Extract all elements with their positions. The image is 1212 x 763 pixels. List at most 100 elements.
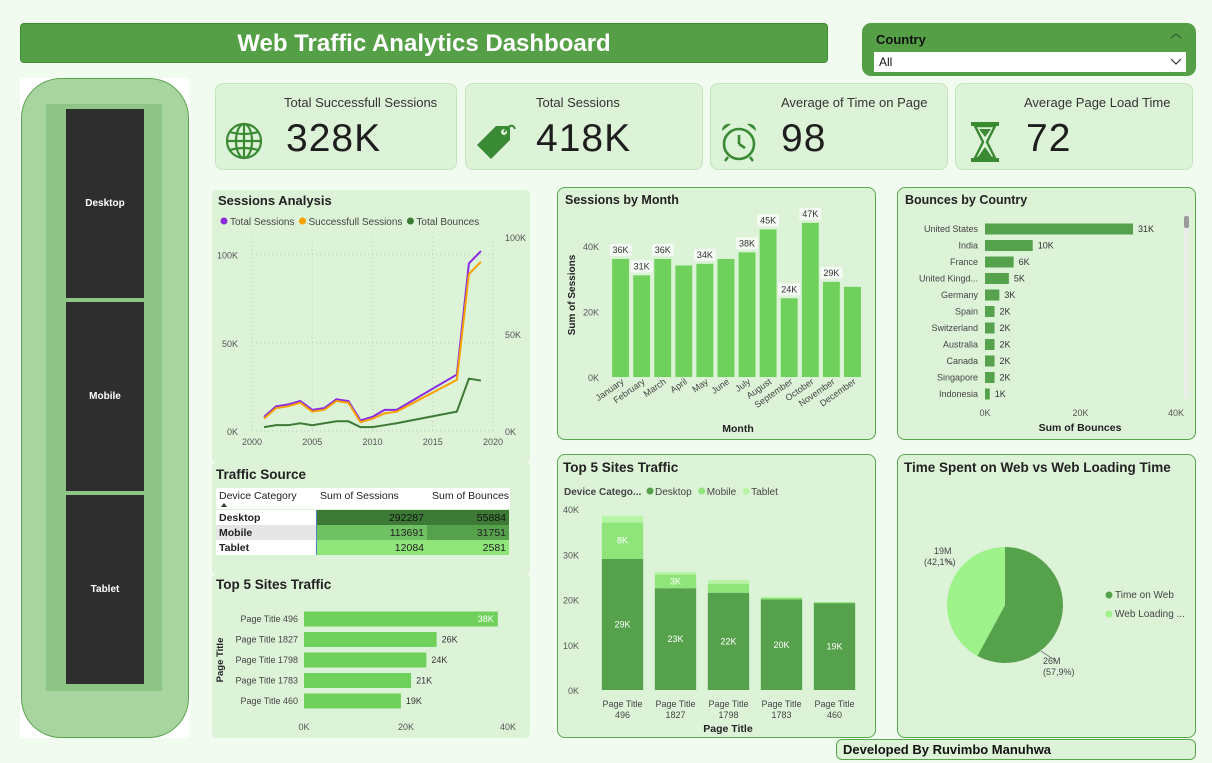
stack-segment xyxy=(760,597,803,600)
country-filter[interactable]: Country All xyxy=(862,23,1196,76)
x-axis-label: Sum of Bounces xyxy=(1039,422,1122,434)
stack-segment xyxy=(707,583,750,593)
top5-stacked-chart: Device Catego... Desktop Mobile Tablet 40K 30… xyxy=(563,487,856,735)
bar xyxy=(985,322,995,334)
legend-marker xyxy=(698,487,706,495)
y-tick-label: Singapore xyxy=(937,373,978,383)
sessions-by-month-chart: 40K20K0KSum of SessionsMonth36KJanuary31… xyxy=(567,207,861,435)
sessions-by-month-panel: Sessions by Month 40K 20K 0K Sum of Session… xyxy=(557,187,876,440)
device-slicer-mobile[interactable]: Mobile xyxy=(66,302,144,491)
x-tick-label: 20K xyxy=(1072,408,1088,418)
developer-credit: Developed By Ruvimbo Manuhwa xyxy=(836,739,1196,760)
data-label: 34K xyxy=(697,250,713,260)
bar xyxy=(675,265,693,377)
bar xyxy=(780,298,798,377)
header-sum-of-bounces[interactable]: Sum of Bounces xyxy=(432,490,509,502)
cell-sessions: 12084 xyxy=(316,540,427,555)
bar xyxy=(985,372,995,383)
x-tick-label: Page Title xyxy=(708,699,748,709)
y-tick-label: United Kingd... xyxy=(919,274,978,284)
dashboard-title: Web Traffic Analytics Dashboard xyxy=(20,23,828,63)
x-tick-label: 40K xyxy=(1168,408,1184,418)
data-label: 31K xyxy=(634,261,650,271)
column-divider xyxy=(316,510,317,555)
data-label: 23K xyxy=(667,634,683,644)
cell-bounces: 2581 xyxy=(427,540,509,555)
y-tick-label: Page Title 1783 xyxy=(235,676,298,686)
data-label: 47K xyxy=(802,209,818,219)
device-slicer-tablet[interactable]: Tablet xyxy=(66,495,144,684)
cell-device: Tablet xyxy=(216,540,316,555)
sessions-analysis-panel: Sessions Analysis Total Sessions Successf… xyxy=(212,190,530,462)
legend-marker xyxy=(220,217,228,225)
y-tick-label: 40K xyxy=(563,505,579,515)
stack-segment xyxy=(601,515,644,523)
bounces-by-country-panel: Bounces by Country United States 31K India… xyxy=(897,187,1196,440)
traffic-source-table: Desktop 292287 55884 Mobile 113691 31751… xyxy=(216,510,509,555)
data-label: (57,9%) xyxy=(1043,667,1075,677)
y-tick-label: Page Title 1827 xyxy=(235,635,298,645)
bar xyxy=(612,258,629,377)
legend-label: Successfull Sessions xyxy=(308,217,402,228)
legend-marker xyxy=(742,487,750,495)
table-row[interactable]: Mobile 113691 31751 xyxy=(216,525,509,540)
y-tick-label: Germany xyxy=(941,290,979,300)
bar xyxy=(304,693,401,709)
legend-marker xyxy=(1105,591,1113,599)
chevron-up-icon[interactable] xyxy=(1170,32,1182,40)
x-tick-label: 460 xyxy=(827,710,842,720)
device-slicer-desktop[interactable]: Desktop xyxy=(66,109,144,298)
x-tick-label: March xyxy=(642,376,668,399)
traffic-source-title: Traffic Source xyxy=(216,467,307,482)
data-label: 22K xyxy=(720,636,736,646)
cell-device: Mobile xyxy=(216,525,316,540)
top5-hbar-chart: Page Title 496 38K Page Title 1827 26K Page … xyxy=(215,611,516,732)
stack-segment xyxy=(813,602,856,604)
header-sum-of-sessions[interactable]: Sum of Sessions xyxy=(320,490,399,502)
cell-sessions: 113691 xyxy=(316,525,427,540)
data-label: 5K xyxy=(1014,274,1025,284)
legend-label: Web Loading ... xyxy=(1115,609,1185,620)
header-device-category[interactable]: Device Category xyxy=(219,490,297,502)
traffic-source-panel: Traffic Source Device Category Sum of Se… xyxy=(212,462,530,574)
country-dropdown[interactable]: All xyxy=(874,52,1186,72)
device-slicer-tablet-label: Tablet xyxy=(90,584,120,595)
bar xyxy=(985,256,1014,268)
x-tick-label: 2005 xyxy=(302,437,322,447)
x-tick-label: 1798 xyxy=(718,710,738,720)
scrollbar-track[interactable] xyxy=(1184,214,1189,399)
device-slicer-desktop-label: Desktop xyxy=(85,198,125,209)
x-tick-label: 2020 xyxy=(483,437,503,447)
data-label: 21K xyxy=(416,676,432,686)
data-label: 29K xyxy=(823,268,839,278)
y-tick-label: Spain xyxy=(955,307,978,317)
y2-tick-label: 100K xyxy=(505,233,526,243)
y-tick-label: 20K xyxy=(583,307,599,317)
chevron-down-icon[interactable] xyxy=(1170,58,1182,66)
sort-arrow-icon[interactable] xyxy=(220,502,228,508)
bounces-by-country-chart: United States 31K India 10K France 6K United K… xyxy=(919,223,1184,434)
scrollbar-thumb[interactable] xyxy=(1184,216,1189,228)
kpi-average-time-on-page: Average of Time on Page 98 xyxy=(710,83,948,170)
x-tick-label: 1783 xyxy=(771,710,791,720)
x-tick-label: 0K xyxy=(298,722,309,732)
table-row[interactable]: Tablet 12084 2581 xyxy=(216,540,509,555)
hourglass-icon xyxy=(971,122,999,162)
bar xyxy=(304,611,498,627)
kpi-value: 98 xyxy=(781,117,827,160)
country-filter-label: Country xyxy=(876,32,926,47)
data-label: 1K xyxy=(995,389,1006,399)
country-dropdown-value: All xyxy=(879,55,893,69)
x-tick-label: 2015 xyxy=(423,437,443,447)
sessions-analysis-chart: Total Sessions Successfull Sessions Total … xyxy=(217,217,526,447)
stack-segment xyxy=(707,580,750,584)
y-tick-label: Page Title 1798 xyxy=(235,655,298,665)
tag-icon xyxy=(477,124,516,159)
series-line xyxy=(263,250,482,422)
data-label: 10K xyxy=(1038,241,1054,251)
y-tick-label: Canada xyxy=(946,356,978,366)
x-tick-label: 2000 xyxy=(242,437,262,447)
legend-label: Time on Web xyxy=(1115,590,1174,601)
y-tick-label: Australia xyxy=(943,340,978,350)
table-row[interactable]: Desktop 292287 55884 xyxy=(216,510,509,525)
